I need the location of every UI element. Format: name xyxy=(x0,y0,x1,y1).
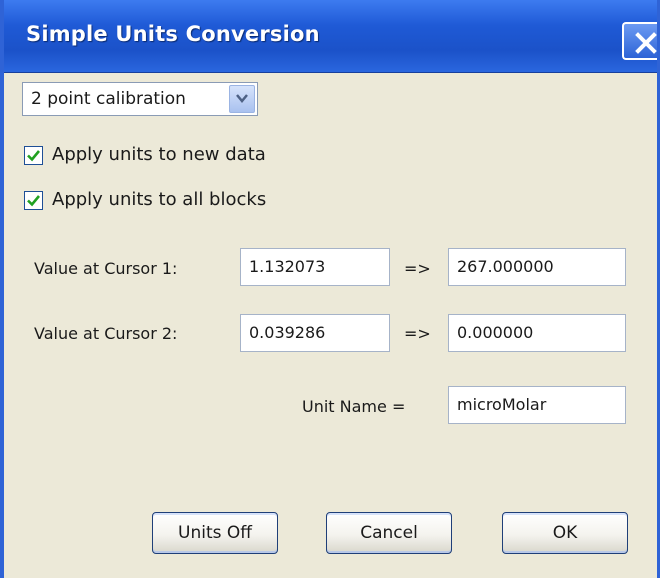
units-off-button[interactable]: Units Off xyxy=(152,512,278,554)
close-button[interactable] xyxy=(622,22,657,60)
calibration-select[interactable]: 2 point calibration xyxy=(22,82,258,116)
unit-name-label: Unit Name = xyxy=(302,397,406,416)
checkmark-icon xyxy=(27,195,41,207)
apply-all-blocks-checkbox[interactable] xyxy=(24,191,43,210)
apply-new-data-label: Apply units to new data xyxy=(52,144,266,165)
close-icon xyxy=(635,32,657,54)
cursor2-arrow: => xyxy=(404,324,431,343)
chevron-down-icon xyxy=(236,94,248,103)
title-bar[interactable]: Simple Units Conversion xyxy=(4,0,657,73)
apply-new-data-checkbox[interactable] xyxy=(24,146,43,165)
calibration-select-value: 2 point calibration xyxy=(31,89,186,109)
apply-all-blocks-label: Apply units to all blocks xyxy=(52,189,267,210)
cursor2-label: Value at Cursor 2: xyxy=(34,324,178,343)
dialog-body: 2 point calibration Apply units to new d… xyxy=(4,72,657,578)
window-title: Simple Units Conversion xyxy=(26,22,320,46)
unit-name-field[interactable]: microMolar xyxy=(448,386,626,424)
dropdown-button[interactable] xyxy=(229,85,255,113)
cursor2-converted-field[interactable]: 0.000000 xyxy=(448,314,626,352)
ok-button[interactable]: OK xyxy=(502,512,628,554)
apply-new-data-option[interactable]: Apply units to new data xyxy=(24,144,324,170)
cursor1-label: Value at Cursor 1: xyxy=(34,259,178,278)
units-conversion-dialog: Simple Units Conversion 2 point calibrat… xyxy=(0,0,660,578)
cursor1-value-field[interactable]: 1.132073 xyxy=(240,248,390,286)
checkmark-icon xyxy=(27,150,41,162)
cursor1-arrow: => xyxy=(404,259,431,278)
cursor2-value-field[interactable]: 0.039286 xyxy=(240,314,390,352)
apply-all-blocks-option[interactable]: Apply units to all blocks xyxy=(24,189,324,215)
cancel-button[interactable]: Cancel xyxy=(326,512,452,554)
cursor1-converted-field[interactable]: 267.000000 xyxy=(448,248,626,286)
